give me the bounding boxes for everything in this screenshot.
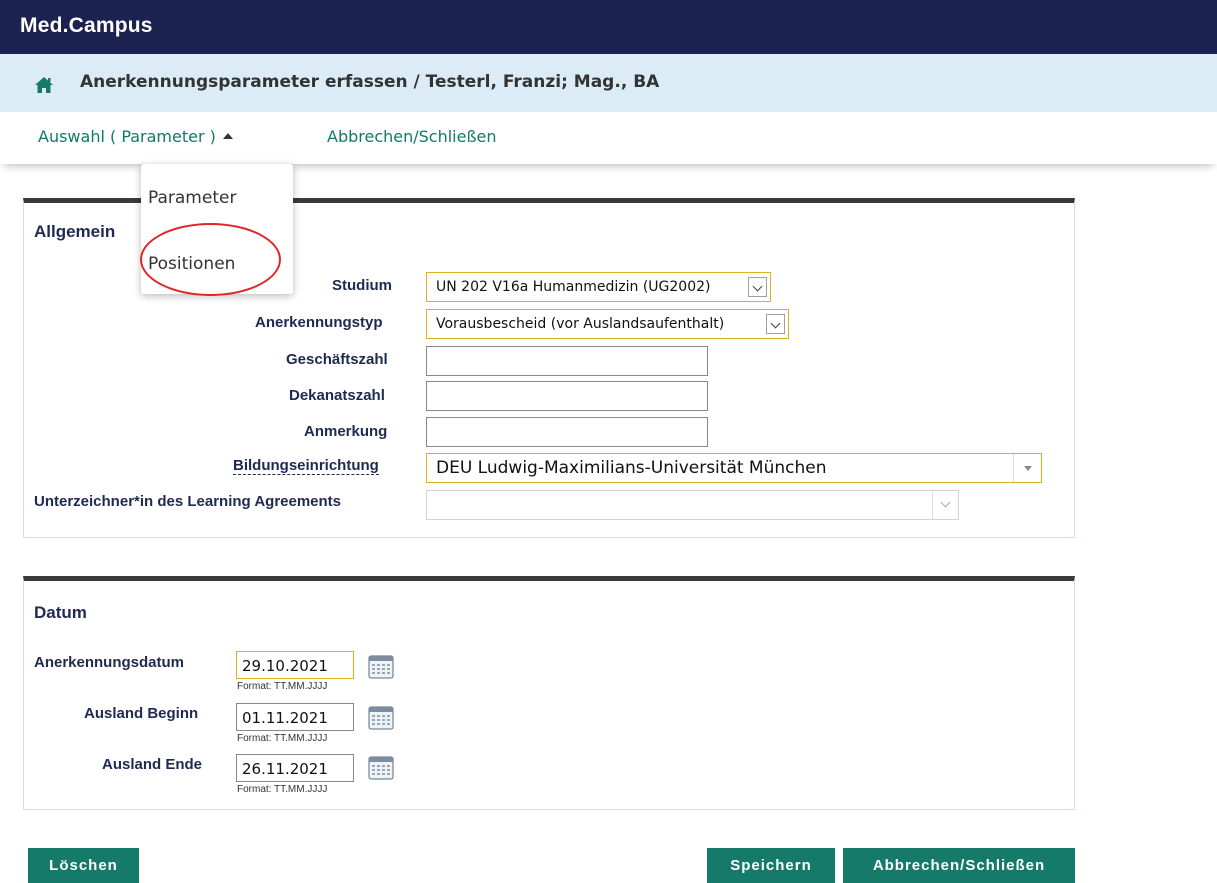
unterzeichner-select — [426, 490, 959, 520]
panel-title-allgemein: Allgemein — [34, 222, 116, 241]
chevron-down-icon — [748, 277, 767, 297]
label-geschaeftszahl: Geschäftszahl — [286, 351, 388, 368]
anerkennungsdatum-value: 29.10.2021 — [242, 657, 328, 675]
anmerkung-field[interactable] — [426, 417, 708, 447]
panel-title-datum: Datum — [34, 603, 87, 622]
top-bar: Med.Campus — [0, 0, 1217, 54]
cancel-close-link[interactable]: Abbrechen/Schließen — [327, 127, 497, 146]
page-title: Anerkennungsparameter erfassen / Testerl… — [80, 72, 660, 92]
label-anerkennungstyp: Anerkennungstyp — [255, 314, 383, 331]
label-ausland-ende: Ausland Ende — [102, 756, 203, 773]
chevron-down-icon — [932, 491, 958, 519]
dropdown-item-positionen[interactable]: Positionen — [148, 254, 235, 274]
bildungseinrichtung-value: DEU Ludwig-Maximilians-Universität Münch… — [436, 458, 827, 478]
anerkennungstyp-select[interactable]: Vorausbescheid (vor Auslandsaufenthalt) — [426, 309, 789, 339]
caret-up-icon — [222, 133, 233, 139]
calendar-icon[interactable] — [368, 655, 394, 679]
ausland-beginn-value: 01.11.2021 — [242, 709, 328, 727]
studium-select[interactable]: UN 202 V16a Humanmedizin (UG2002) — [426, 272, 771, 302]
label-studium: Studium — [332, 277, 392, 294]
dekanatszahl-field[interactable] — [426, 381, 708, 411]
caret-down-icon — [1013, 454, 1041, 482]
label-anerkennungsdatum: Anerkennungsdatum — [34, 654, 185, 671]
date-format-hint: Format: TT.MM.JJJJ — [237, 784, 328, 795]
label-anmerkung: Anmerkung — [304, 423, 388, 440]
label-bildungseinrichtung[interactable]: Bildungseinrichtung — [233, 457, 379, 475]
chevron-down-icon — [766, 314, 785, 334]
anerkennungsdatum-input[interactable]: 29.10.2021 — [236, 651, 354, 679]
calendar-icon[interactable] — [368, 756, 394, 780]
delete-button[interactable]: Löschen — [28, 848, 139, 883]
label-unterzeichner: Unterzeichner*in des Learning Agreements — [34, 493, 342, 510]
date-format-hint: Format: TT.MM.JJJJ — [237, 733, 328, 744]
ausland-ende-value: 26.11.2021 — [242, 760, 328, 778]
ausland-beginn-input[interactable]: 01.11.2021 — [236, 703, 354, 731]
selection-menu-label: Auswahl ( Parameter ) — [38, 127, 216, 146]
geschaeftszahl-field[interactable] — [426, 346, 708, 376]
ausland-ende-input[interactable]: 26.11.2021 — [236, 754, 354, 782]
anerkennungstyp-value: Vorausbescheid (vor Auslandsaufenthalt) — [436, 316, 725, 332]
selection-menu-toggle[interactable]: Auswahl ( Parameter ) — [38, 127, 233, 146]
date-format-hint: Format: TT.MM.JJJJ — [237, 681, 328, 692]
cancel-close-button[interactable]: Abbrechen/Schließen — [843, 848, 1075, 883]
dropdown-item-parameter[interactable]: Parameter — [148, 188, 236, 208]
label-ausland-beginn: Ausland Beginn — [84, 705, 199, 722]
studium-value: UN 202 V16a Humanmedizin (UG2002) — [436, 279, 711, 295]
home-icon[interactable] — [34, 76, 54, 94]
selection-dropdown-menu — [141, 164, 293, 294]
bildungseinrichtung-select[interactable]: DEU Ludwig-Maximilians-Universität Münch… — [426, 453, 1042, 483]
calendar-icon[interactable] — [368, 706, 394, 730]
label-dekanatszahl: Dekanatszahl — [289, 387, 385, 404]
panel-datum — [23, 576, 1075, 810]
save-button[interactable]: Speichern — [707, 848, 835, 883]
app-title: Med.Campus — [20, 14, 153, 37]
